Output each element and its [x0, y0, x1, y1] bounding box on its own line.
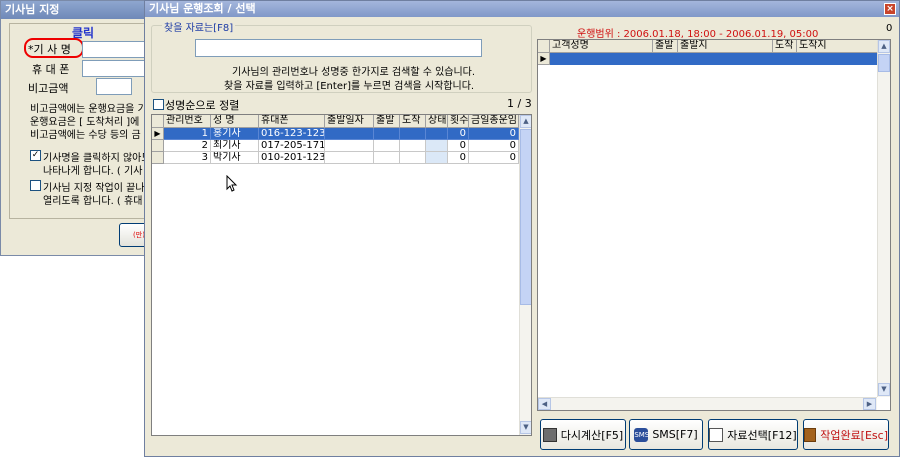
driver-assign-panel: 클릭 *기 사 명 휴 대 폰 비고금액 비고금액에는 운행요금을 기 운행요금…: [9, 23, 162, 219]
search-legend: 찾을 자료는[F8]: [162, 19, 236, 34]
col-header[interactable]: 도착지: [797, 40, 879, 53]
trip-grid-hscrollbar[interactable]: ◀ ▶: [538, 397, 877, 410]
page-count: 1 / 3: [507, 97, 532, 110]
cell-phone: 017-205-1713: [259, 140, 325, 152]
driver-name-label[interactable]: *기 사 명: [28, 41, 71, 57]
col-header[interactable]: 휴대폰: [259, 115, 325, 128]
cell-number: 2: [164, 140, 211, 152]
col-header[interactable]: 횟수: [448, 115, 469, 128]
sms-icon: SMS: [634, 427, 649, 442]
cell-status: [426, 128, 448, 140]
scroll-down-icon[interactable]: ▼: [520, 421, 531, 434]
cell-total: 0: [469, 140, 519, 152]
info-line-3: 비고금액에는 수당 등의 금: [30, 130, 141, 141]
cell-count: 0: [448, 128, 469, 140]
cell-depart: [374, 128, 400, 140]
cell-status: [426, 152, 448, 164]
document-select-icon: [709, 427, 724, 442]
driver-grid-scrollbar[interactable]: ▲ ▼: [519, 115, 531, 435]
row-header[interactable]: [152, 152, 164, 164]
option-checkbox-2[interactable]: [30, 180, 41, 191]
driver-assign-window: 기사님 지정 클릭 *기 사 명 휴 대 폰 비고금액 비고금액에는 운행요금을…: [0, 0, 162, 256]
row-indicator-icon[interactable]: ▶: [538, 53, 550, 65]
cell-status: [426, 140, 448, 152]
sort-by-name-label[interactable]: 성명순으로 정렬: [165, 97, 239, 113]
col-header[interactable]: 출발지: [678, 40, 773, 53]
col-header[interactable]: 성 명: [211, 115, 259, 128]
recalculate-button[interactable]: 다시계산[F5]: [540, 419, 626, 450]
col-header[interactable]: 출발일자: [325, 115, 374, 128]
cell-count: 0: [448, 140, 469, 152]
col-header[interactable]: 금일총운임: [469, 115, 519, 128]
option-checkbox-1[interactable]: ✓: [30, 150, 41, 161]
grid-corner: [538, 40, 550, 53]
cell-name: 박기사: [211, 152, 259, 164]
row-header[interactable]: [152, 140, 164, 152]
cell-total: 0: [469, 152, 519, 164]
trip-grid[interactable]: 고객성명 출발 출발지 도착 도착지 ▶ ▲ ▼ ◀ ▶: [537, 39, 891, 411]
cell-depart: [374, 152, 400, 164]
scroll-thumb[interactable]: [520, 129, 531, 305]
col-header[interactable]: 관리번호: [164, 115, 211, 128]
trip-grid-vscrollbar[interactable]: ▲ ▼: [877, 40, 890, 397]
compare-amount-field[interactable]: [96, 78, 132, 95]
col-header[interactable]: 출발: [653, 40, 678, 53]
calculator-icon: [542, 427, 557, 442]
cell-phone: 010-201-1234: [259, 152, 325, 164]
col-header[interactable]: 도착: [400, 115, 426, 128]
row-indicator-icon[interactable]: ▶: [152, 128, 164, 140]
grid-corner: [152, 115, 164, 128]
scroll-up-icon[interactable]: ▲: [520, 115, 531, 128]
record-count: 0: [886, 23, 893, 34]
cell-depart: [374, 140, 400, 152]
recalculate-label: 다시계산[F5]: [560, 428, 624, 442]
close-icon[interactable]: ×: [884, 3, 896, 15]
scroll-down-icon[interactable]: ▼: [878, 383, 890, 396]
select-data-label: 자료선택[F12]: [727, 428, 797, 442]
cell-date: [325, 152, 374, 164]
finish-button[interactable]: 작업완료[Esc]: [803, 419, 889, 450]
cell-date: [325, 140, 374, 152]
cell-number: 1: [164, 128, 211, 140]
driver-operation-window: 기사님 운행조회 / 선택 × 찾을 자료는[F8] 기사님의 관리번호나 성명…: [144, 0, 900, 457]
cell-arrive: [400, 128, 426, 140]
sms-label: SMS[F7]: [652, 428, 698, 441]
search-hint-2: 찾을 자료를 입력하고 [Enter]를 누르면 검색을 시작합니다.: [224, 81, 475, 92]
cell-name: 홍기사: [211, 128, 259, 140]
col-header[interactable]: 상태: [426, 115, 448, 128]
finish-label: 작업완료[Esc]: [820, 428, 888, 442]
operation-titlebar: 기사님 운행조회 / 선택: [145, 1, 899, 17]
cell-number: 3: [164, 152, 211, 164]
cell-count: 0: [448, 152, 469, 164]
col-header[interactable]: 도착: [773, 40, 797, 53]
door-exit-icon: [804, 427, 817, 442]
cell-arrive: [400, 152, 426, 164]
option-1-line-2: 나타나게 합니다. ( 기사: [43, 166, 143, 177]
phone-label: 휴 대 폰: [32, 63, 70, 76]
col-header[interactable]: 출발: [374, 115, 400, 128]
operation-range-label: 운행범위 : 2006.01.18, 18:00 - 2006.01.19, 0…: [577, 29, 819, 40]
compare-amount-label: 비고금액: [28, 82, 69, 95]
cell-phone: 016-123-1234: [259, 128, 325, 140]
sort-by-name-checkbox[interactable]: [153, 99, 164, 110]
option-2-line-2: 열리도록 합니다. ( 휴대: [43, 196, 143, 207]
cell-date: [325, 128, 374, 140]
driver-grid[interactable]: 관리번호 성 명 휴대폰 출발일자 출발 도착 상태 횟수 금일총운임 ▶ 1 …: [151, 114, 532, 436]
scroll-right-icon[interactable]: ▶: [863, 398, 876, 410]
scroll-up-icon[interactable]: ▲: [878, 40, 890, 53]
search-group: 찾을 자료는[F8] 기사님의 관리번호나 성명중 한가지로 검색할 수 있습니…: [151, 19, 532, 93]
select-data-button[interactable]: 자료선택[F12]: [708, 419, 798, 450]
scroll-left-icon[interactable]: ◀: [538, 398, 551, 410]
search-hint-1: 기사님의 관리번호나 성명중 한가지로 검색할 수 있습니다.: [232, 67, 476, 78]
col-header[interactable]: 고객성명: [550, 40, 653, 53]
search-input[interactable]: [195, 39, 482, 57]
cell-arrive: [400, 140, 426, 152]
cell-name: 최기사: [211, 140, 259, 152]
table-row[interactable]: [550, 53, 879, 65]
driver-assign-titlebar: 기사님 지정: [1, 1, 159, 19]
scroll-thumb[interactable]: [878, 54, 890, 72]
cell-total: 0: [469, 128, 519, 140]
mouse-cursor-icon: [226, 175, 238, 192]
sms-button[interactable]: SMS SMS[F7]: [629, 419, 703, 450]
